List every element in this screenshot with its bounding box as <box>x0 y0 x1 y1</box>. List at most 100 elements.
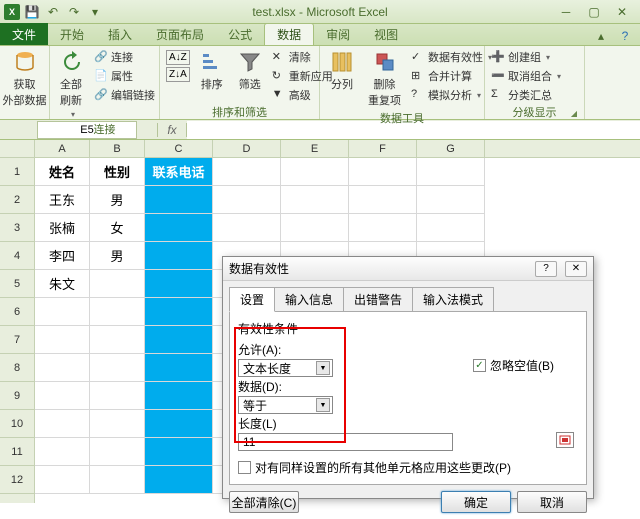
cell[interactable] <box>35 298 90 326</box>
row-header[interactable]: 10 <box>0 410 34 438</box>
filter-button[interactable]: 筛选 <box>232 48 268 94</box>
cell[interactable] <box>281 214 349 242</box>
apply-others-checkbox[interactable] <box>238 461 251 474</box>
column-header[interactable]: C <box>145 140 213 157</box>
row-header[interactable]: 6 <box>0 298 34 326</box>
dialog-help-button[interactable]: ? <box>535 261 557 277</box>
cell[interactable]: 张楠 <box>35 214 90 242</box>
tab-formulas[interactable]: 公式 <box>216 23 264 45</box>
cell[interactable] <box>417 186 485 214</box>
column-header[interactable]: E <box>281 140 349 157</box>
remove-duplicates-button[interactable]: 删除 重复项 <box>362 48 407 110</box>
cell[interactable] <box>90 270 145 298</box>
what-if-button[interactable]: ?模拟分析▾ <box>409 86 494 104</box>
cell[interactable] <box>145 186 213 214</box>
connections-button[interactable]: 🔗连接 <box>92 48 157 66</box>
row-header[interactable]: 9 <box>0 382 34 410</box>
range-picker-button[interactable] <box>556 432 574 448</box>
cell[interactable] <box>145 354 213 382</box>
cancel-button[interactable]: 取消 <box>517 491 587 513</box>
refresh-all-button[interactable]: 全部刷新▾ <box>54 48 90 121</box>
tab-insert[interactable]: 插入 <box>96 23 144 45</box>
subtotal-button[interactable]: Σ分类汇总 <box>489 86 563 104</box>
qat-redo-icon[interactable]: ↷ <box>65 3 83 21</box>
row-header[interactable]: 7 <box>0 326 34 354</box>
dialog-tab-settings[interactable]: 设置 <box>229 287 275 312</box>
column-header[interactable]: B <box>90 140 145 157</box>
cell[interactable]: 女 <box>90 214 145 242</box>
get-external-data-button[interactable]: 获取 外部数据 <box>0 48 53 110</box>
cell[interactable] <box>349 158 417 186</box>
sort-button[interactable]: 排序 <box>194 48 230 94</box>
cell[interactable] <box>90 382 145 410</box>
cell[interactable]: 李四 <box>35 242 90 270</box>
clear-all-button[interactable]: 全部清除(C) <box>229 491 299 513</box>
cell[interactable] <box>213 186 281 214</box>
column-header[interactable]: A <box>35 140 90 157</box>
qat-undo-icon[interactable]: ↶ <box>44 3 62 21</box>
qat-save-icon[interactable]: 💾 <box>23 3 41 21</box>
cell[interactable] <box>145 382 213 410</box>
row-header[interactable]: 8 <box>0 354 34 382</box>
cell[interactable] <box>349 186 417 214</box>
cell[interactable] <box>349 214 417 242</box>
row-header[interactable]: 3 <box>0 214 34 242</box>
dialog-titlebar[interactable]: 数据有效性 ? ✕ <box>223 257 593 281</box>
tab-review[interactable]: 审阅 <box>314 23 362 45</box>
edit-links-button[interactable]: 🔗编辑链接 <box>92 86 157 104</box>
cell[interactable] <box>35 382 90 410</box>
cell[interactable] <box>417 214 485 242</box>
cell[interactable]: 男 <box>90 242 145 270</box>
cell[interactable] <box>35 438 90 466</box>
dialog-close-button[interactable]: ✕ <box>565 261 587 277</box>
cell[interactable]: 王东 <box>35 186 90 214</box>
outline-launcher-icon[interactable]: ◢ <box>568 109 580 121</box>
cell[interactable] <box>35 466 90 494</box>
tab-home[interactable]: 开始 <box>48 23 96 45</box>
sort-az-icon[interactable]: A↓Z <box>166 50 190 65</box>
properties-button[interactable]: 📄属性 <box>92 67 157 85</box>
cell[interactable] <box>90 298 145 326</box>
tab-view[interactable]: 视图 <box>362 23 410 45</box>
close-button[interactable]: ✕ <box>608 3 636 21</box>
group-button[interactable]: ➕创建组▾ <box>489 48 563 66</box>
cell[interactable] <box>90 410 145 438</box>
column-header[interactable]: G <box>417 140 485 157</box>
row-header[interactable]: 12 <box>0 466 34 494</box>
row-header[interactable]: 4 <box>0 242 34 270</box>
select-all-corner[interactable] <box>0 140 34 158</box>
row-header[interactable]: 11 <box>0 438 34 466</box>
cell[interactable] <box>213 214 281 242</box>
ok-button[interactable]: 确定 <box>441 491 511 513</box>
cell[interactable]: 男 <box>90 186 145 214</box>
cell[interactable] <box>281 158 349 186</box>
row-header[interactable]: 1 <box>0 158 34 186</box>
dialog-tab-ime-mode[interactable]: 输入法模式 <box>412 287 494 312</box>
column-header[interactable]: F <box>349 140 417 157</box>
cell[interactable] <box>145 242 213 270</box>
text-to-columns-button[interactable]: 分列 <box>324 48 360 94</box>
cell[interactable] <box>90 326 145 354</box>
tab-data[interactable]: 数据 <box>264 23 314 45</box>
cell[interactable] <box>213 158 281 186</box>
dialog-tab-input-message[interactable]: 输入信息 <box>274 287 344 312</box>
cell[interactable]: 朱文 <box>35 270 90 298</box>
cell[interactable] <box>35 354 90 382</box>
help-icon[interactable]: ? <box>616 27 634 45</box>
cell[interactable] <box>145 326 213 354</box>
cell[interactable]: 联系电话 <box>145 158 213 186</box>
data-combo[interactable]: 等于▼ <box>238 396 333 414</box>
cell[interactable] <box>90 354 145 382</box>
cell[interactable] <box>145 298 213 326</box>
cell[interactable] <box>90 466 145 494</box>
cell[interactable] <box>145 466 213 494</box>
qat-customize-icon[interactable]: ▾ <box>86 3 104 21</box>
allow-combo[interactable]: 文本长度▼ <box>238 359 333 377</box>
cell[interactable] <box>281 186 349 214</box>
cell[interactable] <box>90 438 145 466</box>
tab-page-layout[interactable]: 页面布局 <box>144 23 216 45</box>
cell[interactable] <box>145 270 213 298</box>
sort-za-icon[interactable]: Z↓A <box>166 67 190 82</box>
file-tab[interactable]: 文件 <box>0 23 48 45</box>
cell[interactable]: 性别 <box>90 158 145 186</box>
